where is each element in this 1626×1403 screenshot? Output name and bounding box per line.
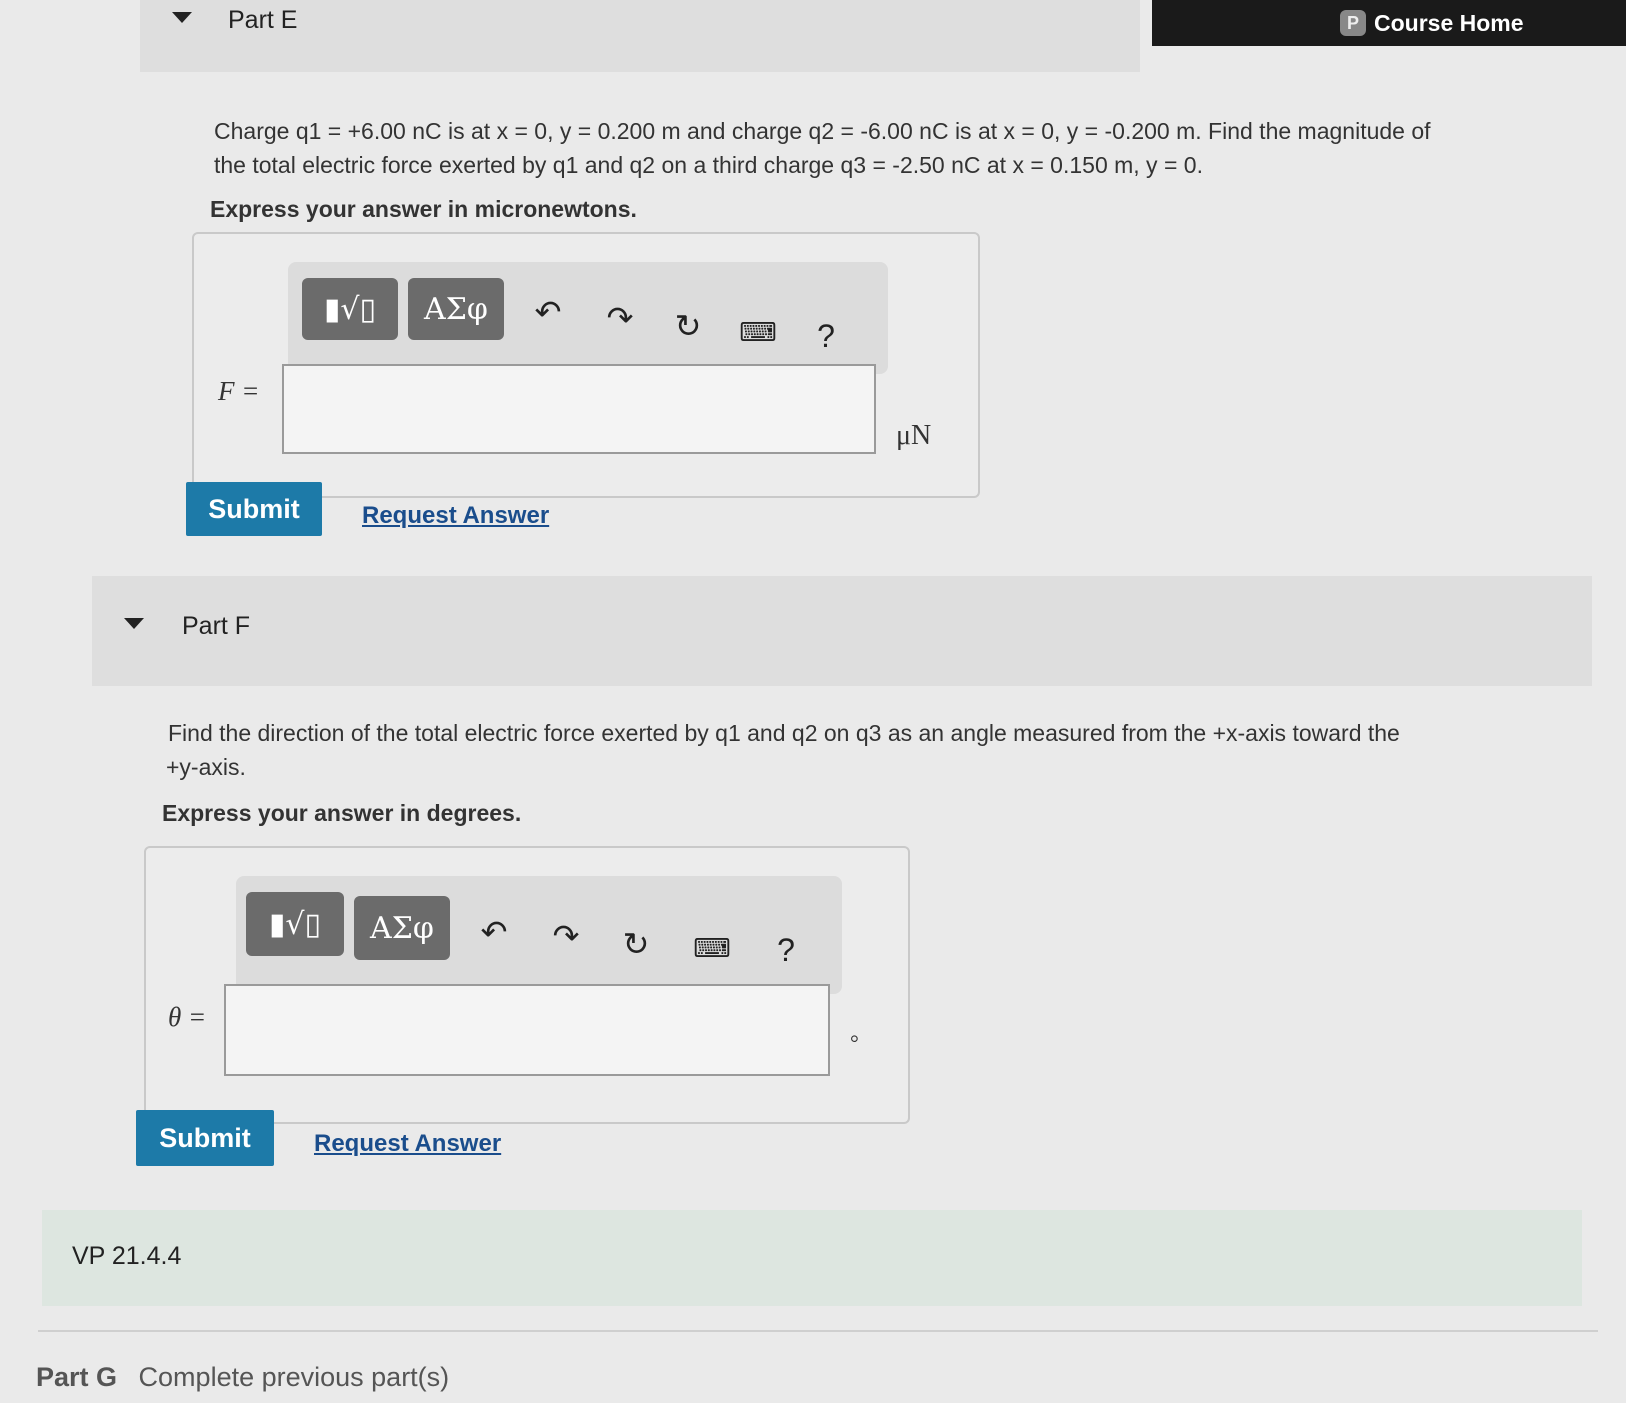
part-e-title: Part E [228,6,298,34]
part-f-submit-button[interactable]: Submit [136,1110,274,1166]
course-badge-icon: P [1340,10,1366,36]
part-f-header-band [92,576,1592,686]
part-f-instruction: Express your answer in degrees. [162,800,522,826]
part-f-request-answer-link[interactable]: Request Answer [314,1130,501,1158]
keyboard-icon[interactable]: ⌨ [736,314,780,350]
redo-icon[interactable]: ↷ [544,914,588,958]
course-home-link[interactable]: P Course Home [1340,0,1524,46]
part-g-row: Part G Complete previous part(s) [36,1362,449,1393]
reset-icon[interactable]: ↻ [666,304,710,348]
help-icon[interactable]: ? [806,314,846,358]
part-e-unit: μN [896,420,932,451]
keyboard-icon[interactable]: ⌨ [690,930,734,966]
redo-icon[interactable]: ↷ [598,296,642,340]
part-f-variable-label: θ = [168,1002,207,1032]
undo-icon[interactable]: ↶ [526,290,570,334]
collapse-caret-icon[interactable] [172,12,192,23]
greek-icon: ΑΣφ [424,291,488,327]
part-g-status: Complete previous part(s) [138,1362,450,1392]
templates-icon: ▮√▯ [268,906,322,942]
greek-icon: ΑΣφ [370,910,434,946]
greek-symbols-button[interactable]: ΑΣφ [408,278,504,340]
part-e-answer-input[interactable] [282,364,876,454]
vp-title: VP 21.4.4 [72,1242,182,1270]
templates-button[interactable]: ▮√▯ [302,278,398,340]
vp-header-band [42,1210,1582,1306]
part-f-title: Part F [182,612,251,640]
collapse-caret-icon[interactable] [124,618,144,629]
reset-icon[interactable]: ↻ [614,922,658,966]
part-f-question-line2: +y-axis. [166,754,246,780]
part-e-variable-label: F = [218,376,260,406]
part-e-instruction: Express your answer in micronewtons. [210,196,637,222]
part-e-submit-button[interactable]: Submit [186,482,322,536]
part-f-answer-input[interactable] [224,984,830,1076]
help-icon[interactable]: ? [766,928,806,972]
section-divider [38,1330,1598,1332]
part-e-question-line1: Charge q1 = +6.00 nC is at x = 0, y = 0.… [214,118,1431,144]
greek-symbols-button[interactable]: ΑΣφ [354,896,450,960]
templates-button[interactable]: ▮√▯ [246,892,344,956]
part-f-unit: ° [850,1030,859,1055]
part-g-title: Part G [36,1362,118,1392]
undo-icon[interactable]: ↶ [472,910,516,954]
part-f-question-line1: Find the direction of the total electric… [168,720,1400,746]
part-e-question-line2: the total electric force exerted by q1 a… [214,152,1203,178]
part-e-request-answer-link[interactable]: Request Answer [362,502,549,530]
templates-icon: ▮√▯ [323,291,377,327]
course-home-label: Course Home [1374,9,1524,36]
